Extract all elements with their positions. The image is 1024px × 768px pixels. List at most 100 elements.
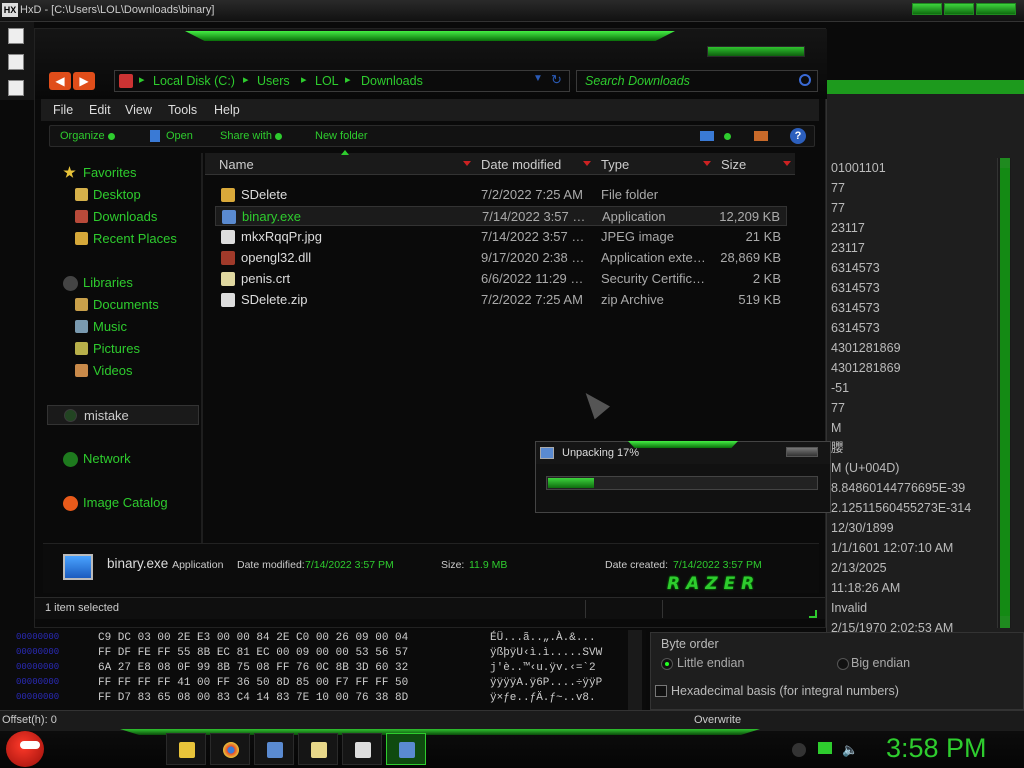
address-bar[interactable]: ▸ Local Disk (C:) ▸ Users ▸ LOL ▸ Downlo… — [114, 70, 570, 92]
nav-recent-places[interactable]: Recent Places — [43, 229, 201, 249]
dialog-close-button[interactable] — [786, 447, 818, 457]
scroll-thumb[interactable] — [1000, 168, 1010, 618]
inspector-value[interactable]: 1/1/1601 12:07:10 AM — [827, 538, 997, 558]
inspector-value[interactable]: 4301281869 — [827, 338, 997, 358]
hex-row[interactable]: 00000000 6A 27 E8 08 0F 99 8B 75 08 FF 76… — [0, 662, 646, 678]
file-row[interactable]: SDelete 7/2/2022 7:25 AM File folder — [215, 185, 787, 205]
resize-grip[interactable] — [809, 610, 817, 618]
inspector-value[interactable]: 6314573 — [827, 278, 997, 298]
nav-pictures[interactable]: Pictures — [43, 339, 201, 359]
explorer-titlebar[interactable]: ◀ ▶ ▸ Local Disk (C:) ▸ Users ▸ LOL ▸ Do… — [35, 29, 827, 99]
column-type[interactable]: Type — [601, 157, 629, 172]
hex-row-bytes[interactable]: FF DF FE FF 55 8B EC 81 EC 00 09 00 00 5… — [98, 647, 408, 659]
preview-pane-icon[interactable] — [754, 131, 768, 141]
inspector-value[interactable]: 䑍 — [827, 438, 997, 458]
nav-downloads[interactable]: Downloads — [43, 207, 201, 227]
breadcrumb-users[interactable]: Users — [257, 74, 290, 88]
chevron-down-icon[interactable] — [703, 161, 711, 166]
inspector-value[interactable]: 77 — [827, 398, 997, 418]
help-icon[interactable]: ? — [790, 128, 806, 144]
minimize-button[interactable] — [912, 3, 942, 15]
new-folder-button[interactable]: New folder — [315, 130, 368, 142]
nav-desktop[interactable]: Desktop — [43, 185, 201, 205]
hex-row-text[interactable]: ÿßþÿU‹ì.ì.....SVW — [490, 647, 602, 659]
taskbar-clock[interactable]: 3:58 PM — [886, 733, 987, 764]
tray-overflow-icon[interactable] — [792, 743, 806, 757]
nav-music[interactable]: Music — [43, 317, 201, 337]
chevron-down-icon[interactable] — [783, 161, 791, 166]
hex-row-bytes[interactable]: FF D7 83 65 08 00 83 C4 14 83 7E 10 00 7… — [98, 692, 408, 704]
taskbar-binary[interactable] — [386, 733, 426, 765]
nav-image-catalog[interactable]: Image Catalog — [43, 493, 201, 513]
volume-icon[interactable]: 🔈 — [842, 742, 858, 757]
hex-scrollbar[interactable] — [628, 630, 642, 710]
taskbar-chrome[interactable] — [210, 733, 250, 765]
window-controls[interactable] — [707, 46, 805, 57]
hex-row[interactable]: 00000000 FF FF FF FF 41 00 FF 36 50 8D 85… — [0, 677, 646, 693]
file-row[interactable]: mkxRqqPr.jpg 7/14/2022 3:57 PM JPEG image 2… — [215, 227, 787, 247]
search-input[interactable] — [585, 74, 795, 88]
hex-row[interactable]: 00000000 C9 DC 03 00 2E E3 00 00 84 2E C0… — [0, 632, 646, 648]
menu-file[interactable]: File — [53, 103, 73, 117]
nav-videos[interactable]: Videos — [43, 361, 201, 381]
file-row[interactable]: opengl32.dll 9/17/2020 2:38 PM Application… — [215, 248, 787, 268]
hex-basis-checkbox[interactable] — [655, 685, 667, 697]
nav-libraries[interactable]: Libraries — [43, 273, 201, 293]
open-file-icon[interactable] — [8, 54, 24, 70]
forward-button[interactable]: ▶ — [73, 72, 95, 90]
inspector-value[interactable]: 4301281869 — [827, 358, 997, 378]
hex-row-text[interactable]: ÉÜ...ã..„.À.&... — [490, 632, 596, 644]
chevron-down-icon[interactable] — [583, 161, 591, 166]
hex-row-text[interactable]: ÿÿÿÿA.ÿ6P....÷ÿÿP — [490, 677, 602, 689]
breadcrumb-local-disk[interactable]: Local Disk (C:) — [153, 74, 235, 88]
new-file-icon[interactable] — [8, 28, 24, 44]
open-button[interactable]: Open — [166, 130, 193, 142]
hex-row-text[interactable]: ÿ×ƒe..ƒÄ.ƒ~..v8. — [490, 692, 596, 704]
menu-view[interactable]: View — [125, 103, 152, 117]
big-endian-radio[interactable] — [837, 658, 849, 670]
menu-edit[interactable]: Edit — [89, 103, 111, 117]
pane-divider[interactable] — [201, 153, 203, 543]
taskbar-screen[interactable] — [254, 733, 294, 765]
file-row[interactable]: penis.crt 6/6/2022 11:29 PM Security Certi… — [215, 269, 787, 289]
inspector-value[interactable]: 6314573 — [827, 298, 997, 318]
breadcrumb-lol[interactable]: LOL — [315, 74, 339, 88]
hex-editor-rows[interactable]: 00000000 C9 DC 03 00 2E E3 00 00 84 2E C0… — [0, 630, 646, 710]
search-icon[interactable] — [799, 74, 811, 86]
search-box[interactable] — [576, 70, 818, 92]
hex-row-bytes[interactable]: C9 DC 03 00 2E E3 00 00 84 2E C0 00 26 0… — [98, 632, 408, 644]
column-name[interactable]: Name — [219, 157, 254, 172]
scroll-down-arrow[interactable] — [1000, 616, 1010, 628]
inspector-value[interactable]: -51 — [827, 378, 997, 398]
nav-favorites[interactable]: Favorites — [43, 163, 201, 183]
inspector-scrollbar[interactable] — [997, 158, 1011, 628]
breadcrumb-downloads[interactable]: Downloads — [361, 74, 423, 88]
close-button[interactable] — [976, 3, 1016, 15]
menu-tools[interactable]: Tools — [168, 103, 197, 117]
nav-documents[interactable]: Documents — [43, 295, 201, 315]
hxd-titlebar[interactable]: HX HxD - [C:\Users\LOL\Downloads\binary] — [0, 0, 1024, 22]
chevron-down-icon[interactable]: ▼ — [533, 73, 543, 84]
change-view-icon[interactable] — [700, 131, 714, 141]
inspector-value[interactable]: M — [827, 418, 997, 438]
organize-button[interactable]: Organize — [60, 130, 115, 142]
hex-row-bytes[interactable]: FF FF FF FF 41 00 FF 36 50 8D 85 00 F7 F… — [98, 677, 408, 689]
hex-row-text[interactable]: j'è..™‹u.ÿv.‹=`2 — [490, 662, 596, 674]
nav-network[interactable]: Network — [43, 449, 201, 469]
nav-mistake[interactable]: mistake — [47, 405, 199, 425]
inspector-value[interactable]: 2/13/2025 — [827, 558, 997, 578]
maximize-button[interactable] — [944, 3, 974, 15]
inspector-value[interactable]: 23117 — [827, 238, 997, 258]
chevron-down-icon[interactable] — [463, 161, 471, 166]
file-row[interactable]: SDelete.zip 7/2/2022 7:25 AM zip Archive 51… — [215, 290, 787, 310]
inspector-value[interactable]: 11:18:26 AM — [827, 578, 997, 598]
file-row[interactable]: binary.exe 7/14/2022 3:57 PM Application 12… — [215, 206, 787, 226]
inspector-value[interactable]: 2.12511560455273E-314 — [827, 498, 997, 518]
back-button[interactable]: ◀ — [49, 72, 71, 90]
column-date-modified[interactable]: Date modified — [481, 157, 561, 172]
start-button[interactable] — [6, 731, 44, 767]
little-endian-radio[interactable] — [661, 658, 673, 670]
inspector-value[interactable]: 6314573 — [827, 318, 997, 338]
taskbar-explorer[interactable] — [166, 733, 206, 765]
inspector-value[interactable]: 6314573 — [827, 258, 997, 278]
